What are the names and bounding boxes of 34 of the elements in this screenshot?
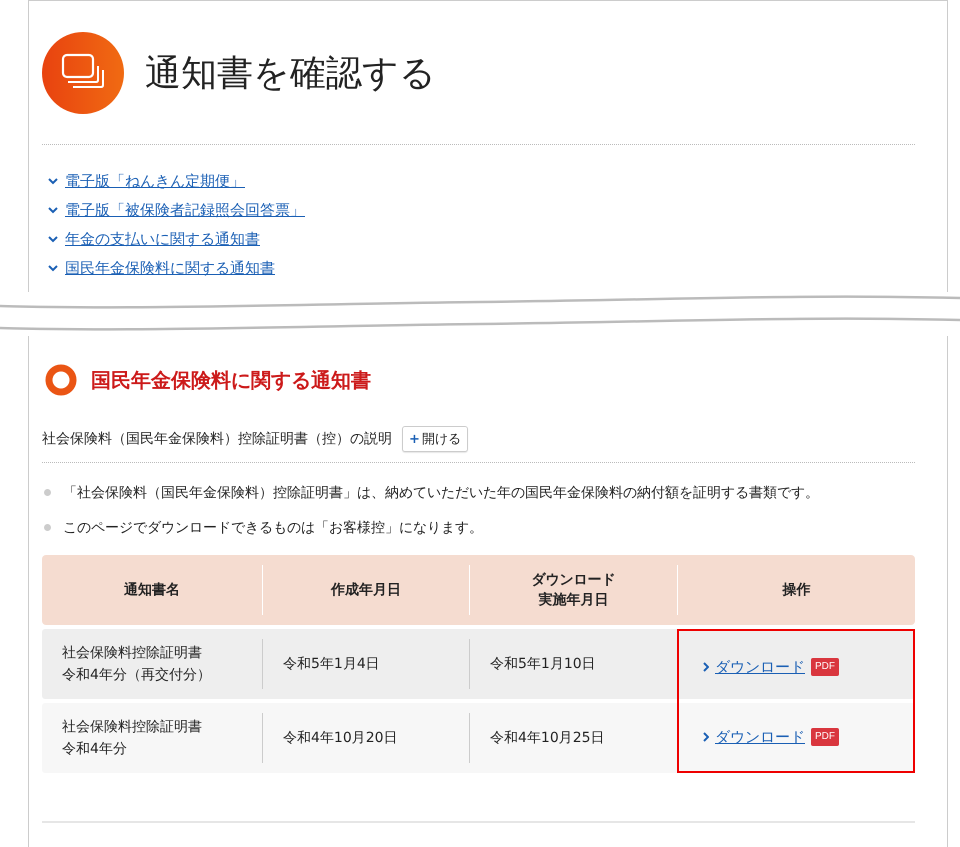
chevron-down-icon: [48, 178, 58, 185]
documents-icon: [42, 32, 124, 114]
explanation-label: 社会保険料（国民年金保険料）控除証明書（控）の説明: [42, 430, 392, 448]
pdf-badge: PDF: [811, 728, 839, 746]
note-text: 「社会保険料（国民年金保険料）控除証明書」は、納めていただいた年の国民年金保険料の納付額を証明する書類です。: [63, 484, 819, 502]
column-header: ダウンロード実施年月日: [530, 570, 616, 610]
table-cell-text: 社会保険料控除証明書令和4年分: [61, 718, 203, 759]
bullet-icon: [44, 524, 51, 531]
chevron-down-icon: [48, 236, 58, 243]
section-heading: 国民年金保険料に関する通知書: [91, 366, 371, 394]
chevron-right-icon: [703, 732, 709, 742]
anchor-link[interactable]: 電子版「被保険者記録照会回答票」: [65, 201, 305, 220]
chevron-right-icon: [703, 662, 709, 672]
pdf-badge: PDF: [811, 658, 839, 676]
ring-icon: [45, 364, 77, 396]
table-cell: 令和4年10月25日: [469, 713, 677, 763]
chevron-down-icon: [48, 207, 58, 214]
anchor-link[interactable]: 国民年金保険料に関する通知書: [65, 259, 275, 278]
column-header: 操作: [782, 580, 810, 600]
table-cell: 令和5年1月4日: [262, 639, 469, 689]
column-header: 作成年月日: [331, 580, 401, 600]
anchor-link[interactable]: 電子版「ねんきん定期便」: [65, 172, 245, 191]
bullet-icon: [44, 489, 51, 496]
download-link[interactable]: ダウンロード: [715, 725, 805, 749]
column-header: 通知書名: [124, 580, 180, 600]
chevron-down-icon: [48, 265, 58, 272]
table-cell: 令和4年10月20日: [262, 713, 469, 763]
open-button[interactable]: +開ける: [402, 426, 468, 452]
table-cell: 令和5年1月10日: [469, 639, 677, 689]
note-text: このページでダウンロードできるものは「お客様控」になります。: [63, 518, 483, 536]
table-cell-text: 社会保険料控除証明書令和4年分（再交付分）: [61, 644, 212, 685]
page-title: 通知書を確認する: [145, 52, 436, 96]
anchor-link[interactable]: 年金の支払いに関する通知書: [65, 230, 260, 249]
download-link[interactable]: ダウンロード: [715, 655, 805, 679]
